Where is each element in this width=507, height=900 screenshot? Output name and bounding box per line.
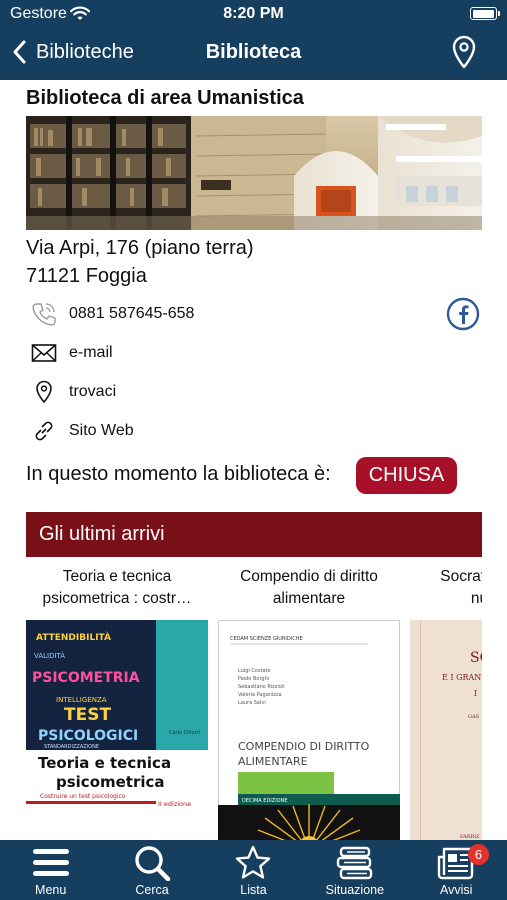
svg-text:Valeria Paganizza: Valeria Paganizza [238,692,282,698]
tab-list[interactable]: Lista [203,840,304,900]
search-icon [135,846,171,881]
svg-text:CEDAM SCIENZE GIURIDICHE: CEDAM SCIENZE GIURIDICHE [230,636,303,642]
svg-text:VALIDITÀ: VALIDITÀ [34,651,65,660]
svg-text:ATTENDIBILITÀ: ATTENDIBILITÀ [36,631,111,643]
map-pin-icon [30,379,58,405]
phone-icon [30,301,58,327]
map-row[interactable]: trovaci [30,379,116,405]
book-card[interactable]: Compendio di diritto alimentare CEDAM SC… [218,557,400,840]
email-label: e-mail [69,344,113,361]
tab-label: Situazione [325,883,385,897]
location-pin-icon[interactable] [451,35,477,69]
svg-text:E I GRAN: E I GRAN [442,673,481,682]
svg-text:Laura Salvi: Laura Salvi [238,700,266,706]
svg-text:COMPENDIO DI DIRITTO: COMPENDIO DI DIRITTO [238,740,370,753]
facebook-icon[interactable] [446,297,480,331]
chevron-left-icon [13,40,26,64]
phone-row[interactable]: 0881 587645-658 [30,301,194,327]
top-bar: Gestore 8:20 PM Biblioteche Biblioteca [0,0,507,80]
svg-text:psicometrica: psicometrica [56,773,165,791]
svg-text:PSICOMETRIA: PSICOMETRIA [32,670,140,686]
back-button[interactable]: Biblioteche [12,36,134,68]
envelope-icon [30,340,58,366]
address-street: Via Arpi, 176 (piano terra) [26,237,254,259]
tab-label: Avvisi [440,883,473,897]
tab-label: Lista [240,883,267,897]
open-status-text: In questo momento la biblioteca è: [26,463,331,485]
tab-search[interactable]: Cerca [101,840,202,900]
svg-text:INTELLIGENZA: INTELLIGENZA [56,696,107,704]
section-header-new-arrivals: Gli ultimi arrivi [26,512,482,557]
tab-menu[interactable]: Menu [0,840,101,900]
back-button-label: Biblioteche [36,40,134,63]
website-row[interactable]: Sito Web [30,418,134,444]
status-time: 8:20 PM [223,5,284,22]
svg-text:Luigi Costato: Luigi Costato [238,668,271,674]
svg-text:STANDARDIZZAZIONE: STANDARDIZZAZIONE [44,744,99,750]
link-icon [30,418,58,444]
library-detail[interactable]: Biblioteca di area Umanistica Via Arpi, … [0,80,507,840]
book-card[interactable]: Socrate e i grandi nuotatori SO E I GRAN… [410,557,482,840]
library-photo [26,116,482,230]
tab-notices[interactable]: Avvisi 6 [406,840,507,900]
new-arrivals-carousel[interactable]: Teoria e tecnica psicometrica : costr… A… [26,557,482,840]
star-icon [236,845,271,879]
svg-text:Teoria e tecnica: Teoria e tecnica [38,754,171,772]
svg-text:Sebastiano Rizzioli: Sebastiano Rizzioli [238,684,285,690]
library-name: Biblioteca di area Umanistica [26,87,304,109]
email-row[interactable]: e-mail [30,340,113,366]
book-cover: CEDAM SCIENZE GIURIDICHE Luigi Costato P… [218,620,400,840]
notification-badge: 6 [467,844,489,865]
svg-text:GAS: GAS [468,714,480,720]
status-bar: Gestore 8:20 PM [0,0,507,28]
svg-text:SO: SO [470,650,482,666]
book-title: Socrate e i grandi nuotatori [440,568,482,607]
website-label: Sito Web [69,422,134,439]
book-card[interactable]: Teoria e tecnica psicometrica : costr… A… [26,557,208,840]
map-label: trovaci [69,383,117,400]
svg-text:DECIMA EDIZIONE: DECIMA EDIZIONE [242,798,288,804]
book-cover: ATTENDIBILITÀ VALIDITÀ PSICOMETRIA INTEL… [26,620,208,840]
book-cover: SO E I GRAN I GAS FARRIZ [410,620,482,840]
book-title: Teoria e tecnica psicometrica : costr… [42,568,192,607]
svg-text:Paolo Borghi: Paolo Borghi [238,676,269,682]
tab-bar: Menu Cerca Lista Situazione Avvisi 6 [0,840,507,900]
open-status-badge: CHIUSA [356,457,457,494]
book-title: Compendio di diritto alimentare [240,568,378,607]
svg-text:Costruire un test psicologico: Costruire un test psicologico [40,793,126,800]
svg-text:PSICOLOGICI: PSICOLOGICI [38,728,138,744]
menu-icon [32,849,69,876]
address-city: 71121 Foggia [26,265,147,287]
phone-number: 0881 587645-658 [69,305,195,322]
tab-label: Cerca [135,883,169,897]
battery-icon [470,7,500,20]
svg-text:II edizione: II edizione [158,800,191,808]
books-stack-icon [336,846,373,880]
battery-fill [472,9,494,18]
svg-text:I: I [474,689,477,698]
svg-text:TEST: TEST [64,705,111,725]
tab-status[interactable]: Situazione [304,840,405,900]
svg-text:Carlo Chiorri: Carlo Chiorri [169,730,200,736]
tab-label: Menu [35,883,67,897]
svg-text:ALIMENTARE: ALIMENTARE [238,755,308,768]
